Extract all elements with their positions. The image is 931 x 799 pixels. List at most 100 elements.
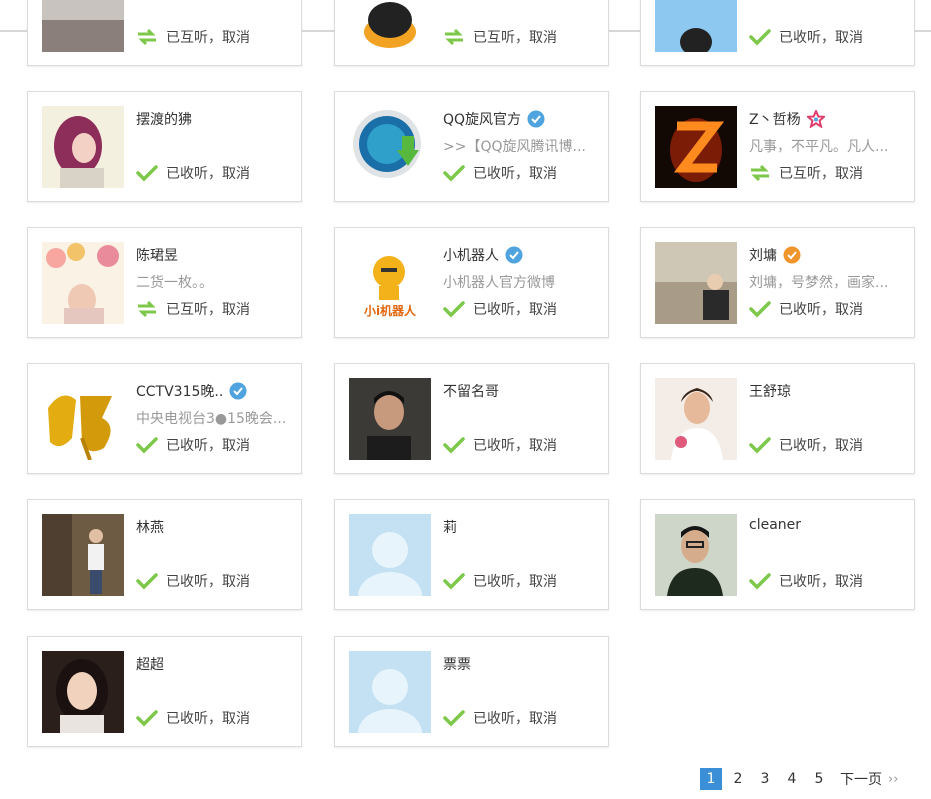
check-icon [136,709,158,727]
avatar[interactable] [655,378,737,460]
user-description: >>【QQ旋风腾讯博... [443,139,586,155]
user-name[interactable]: 票票 [443,654,471,674]
follow-status: 已收听， 取消 [749,571,863,591]
user-description: 小机器人官方微博 [443,275,555,291]
cancel-follow-link[interactable]: 取消 [529,163,557,183]
cancel-follow-link[interactable]: 取消 [529,27,557,47]
page-4-link[interactable]: 4 [781,768,803,790]
follow-status: 已收听， 取消 [136,571,250,591]
user-description: 中央电视台3●15晚会... [136,411,287,427]
avatar[interactable] [655,514,737,596]
user-name[interactable]: cleaner [749,517,801,533]
user-card: 陈珺昱 二货一枚。。 已互听， 取消 [27,227,302,338]
cancel-follow-link[interactable]: 取消 [529,708,557,728]
page-3-link[interactable]: 3 [754,768,776,790]
avatar[interactable] [42,651,124,733]
cancel-follow-link[interactable]: 取消 [835,571,863,591]
avatar[interactable] [42,378,124,460]
user-card: cleaner 已收听， 取消 [640,499,915,610]
avatar[interactable] [42,106,124,188]
avatar[interactable] [349,106,431,188]
cancel-follow-link[interactable]: 取消 [835,27,863,47]
cancel-follow-link[interactable]: 取消 [529,299,557,319]
default-avatar-icon[interactable] [349,514,431,596]
next-arrow-icon[interactable]: ›› [888,772,898,787]
verified-badge-icon [229,382,247,400]
status-text: 已收听， [473,574,529,590]
user-description: 刘墉，号梦然，画家... [749,275,889,291]
cancel-follow-link[interactable]: 取消 [529,435,557,455]
user-description: 凡事，不平凡。凡人... [749,139,889,155]
cancel-follow-link[interactable]: 取消 [835,163,863,183]
check-icon [749,436,771,454]
cancel-follow-link[interactable]: 取消 [529,571,557,591]
status-text: 已收听， [166,711,222,727]
check-icon [443,709,465,727]
check-icon [749,300,771,318]
user-name[interactable]: 莉 [443,517,457,537]
follow-status: 已收听， 取消 [136,435,250,455]
user-name[interactable]: 刘墉 [749,245,801,265]
user-name[interactable]: 小机器人 [443,245,523,265]
check-icon [749,572,771,590]
page-1-link[interactable]: 1 [700,768,722,790]
cancel-follow-link[interactable]: 取消 [222,27,250,47]
user-name[interactable]: QQ旋风官方 [443,109,545,129]
avatar[interactable] [42,242,124,324]
user-name[interactable]: 超超 [136,654,164,674]
follow-status: 已收听， 取消 [749,299,863,319]
page-5-link[interactable]: 5 [808,768,830,790]
user-name[interactable]: 不留名哥 [443,381,499,401]
avatar[interactable] [655,0,737,52]
next-page-link[interactable]: 下一页 [840,769,882,789]
follow-status: 已互听， 取消 [136,299,250,319]
user-name[interactable]: CCTV315晚.. [136,381,247,401]
follow-status: 已收听， 取消 [136,163,250,183]
cancel-follow-link[interactable]: 取消 [222,708,250,728]
cancel-follow-link[interactable]: 取消 [835,435,863,455]
user-card: 不留名哥 已收听， 取消 [334,363,609,474]
user-card: 小i机器人 小机器人 小机器人官方微博 已收听， 取消 [334,227,609,338]
verified-badge-orange-icon [783,246,801,264]
user-name[interactable]: 摆渡的狒 [136,109,192,129]
status-text: 已收听， [779,30,835,46]
user-name[interactable]: 陈珺昱 [136,245,178,265]
status-text: 已收听， [473,302,529,318]
user-name[interactable]: 王舒琼 [749,381,791,401]
avatar[interactable] [655,106,737,188]
user-card: 刘墉 刘墉，号梦然，画家... 已收听， 取消 [640,227,915,338]
avatar[interactable] [42,0,124,52]
default-avatar-icon[interactable] [349,651,431,733]
page-2-link[interactable]: 2 [727,768,749,790]
avatar[interactable] [42,514,124,596]
status-text: 已收听， [473,166,529,182]
status-text: 已收听， [166,438,222,454]
cancel-follow-link[interactable]: 取消 [835,299,863,319]
cancel-follow-link[interactable]: 取消 [222,299,250,319]
status-text: 已收听， [779,302,835,318]
cancel-follow-link[interactable]: 取消 [222,571,250,591]
user-card: 莉 已收听， 取消 [334,499,609,610]
user-card: 已互听， 取消 [334,0,609,66]
user-card: 林燕 已收听， 取消 [27,499,302,610]
cancel-follow-link[interactable]: 取消 [222,435,250,455]
avatar[interactable]: 小i机器人 [349,242,431,324]
check-icon [443,300,465,318]
user-name[interactable]: Z丶哲杨 [749,108,827,129]
mutual-follow-icon [136,28,158,46]
follow-status: 已收听， 取消 [443,163,557,183]
check-icon [749,28,771,46]
status-text: 已收听， [779,438,835,454]
follow-status: 已收听， 取消 [443,435,557,455]
check-icon [443,436,465,454]
status-text: 已收听， [473,711,529,727]
status-text: 已收听， [166,574,222,590]
robot-logo-text: 小i机器人 [364,303,417,318]
star-badge-icon [805,108,827,129]
follow-status: 已收听， 取消 [749,27,863,47]
user-name[interactable]: 林燕 [136,517,164,537]
cancel-follow-link[interactable]: 取消 [222,163,250,183]
avatar[interactable] [349,378,431,460]
avatar[interactable] [655,242,737,324]
avatar[interactable] [349,0,431,52]
